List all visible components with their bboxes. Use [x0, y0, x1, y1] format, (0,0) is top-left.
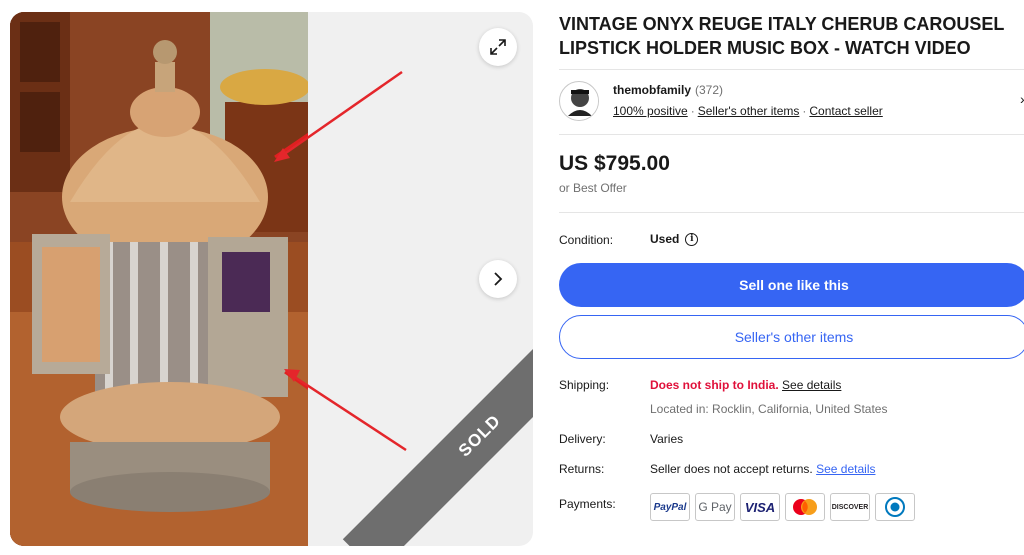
delivery-label: Delivery:	[559, 432, 606, 446]
contact-seller-link[interactable]: Contact seller	[809, 104, 882, 118]
delivery-value: Varies	[650, 432, 684, 446]
shipping-value: Does not ship to India. See details	[650, 378, 841, 392]
separator: ·	[690, 104, 695, 118]
divider	[559, 212, 1024, 213]
seller-card: themobfamily (372) 100% positive · Seller's…	[559, 79, 1024, 129]
info-icon[interactable]: i	[685, 232, 699, 246]
next-image-button[interactable]	[479, 260, 517, 298]
shipping-label: Shipping:	[559, 378, 610, 392]
divider	[559, 134, 1024, 135]
seller-other-items-link[interactable]: Seller's other items	[698, 104, 800, 118]
seller-name-row: themobfamily (372)	[613, 83, 723, 97]
seller-links: 100% positive · Seller's other items · Conta…	[613, 104, 883, 118]
payments-label: Payments:	[559, 497, 616, 511]
item-location: Located in: Rocklin, California, United …	[650, 402, 888, 416]
condition-label: Condition:	[559, 233, 614, 247]
image-gallery: SOLD	[10, 12, 533, 546]
seller-name[interactable]: themobfamily	[613, 83, 691, 97]
seller-feedback-count: (372)	[695, 83, 724, 97]
expand-icon	[490, 39, 506, 55]
payment-methods: PayPal G Pay VISA DISCOVER	[650, 493, 915, 521]
chevron-right-icon[interactable]: ›	[1020, 91, 1024, 107]
music-box-illustration	[10, 12, 308, 546]
divider	[559, 69, 1024, 70]
price: US $795.00	[559, 152, 670, 175]
best-offer-label: or Best Offer	[559, 181, 627, 195]
sell-one-like-this-button[interactable]: Sell one like this	[559, 263, 1024, 307]
discover-icon: DISCOVER	[830, 493, 870, 521]
expand-button[interactable]	[479, 28, 517, 66]
product-photo[interactable]	[10, 12, 308, 546]
shipping-warning: Does not ship to India.	[650, 378, 779, 392]
seller-avatar[interactable]	[559, 81, 599, 121]
shipping-details-link[interactable]: See details	[782, 378, 841, 392]
listing-title: VINTAGE ONYX REUGE ITALY CHERUB CAROUSEL…	[559, 14, 1005, 58]
diners-icon	[875, 493, 915, 521]
positive-feedback-link[interactable]: 100% positive	[613, 104, 688, 118]
visa-icon: VISA	[740, 493, 780, 521]
condition-value-row: Used i	[650, 232, 699, 246]
returns-label: Returns:	[559, 462, 605, 476]
gpay-icon: G Pay	[695, 493, 735, 521]
paypal-icon: PayPal	[650, 493, 690, 521]
returns-details-link[interactable]: See details	[816, 462, 875, 476]
mastercard-icon	[785, 493, 825, 521]
returns-policy: Seller does not accept returns.	[650, 462, 813, 476]
chevron-right-icon	[494, 272, 503, 286]
returns-value: Seller does not accept returns. See deta…	[650, 462, 875, 476]
condition-value: Used	[650, 232, 680, 246]
sold-label: SOLD	[454, 410, 505, 461]
separator: ·	[802, 104, 807, 118]
sold-banner: SOLD	[342, 298, 533, 546]
sellers-other-items-button[interactable]: Seller's other items	[559, 315, 1024, 359]
avatar-image	[561, 83, 598, 120]
